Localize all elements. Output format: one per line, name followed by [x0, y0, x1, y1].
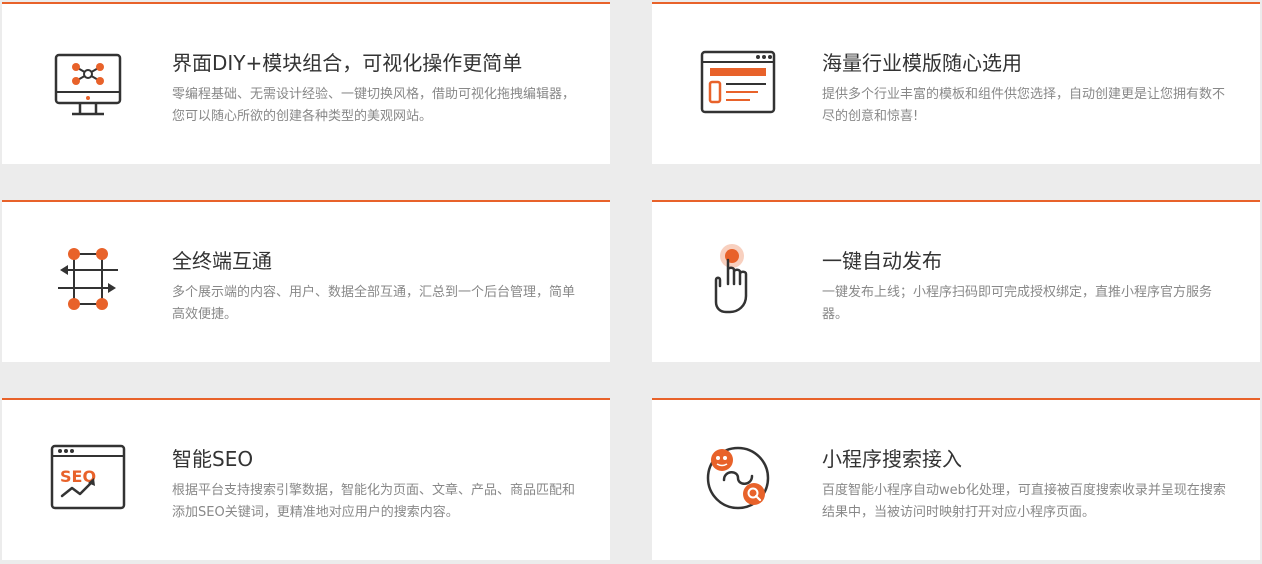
feature-desc: 多个展示端的内容、用户、数据全部互通，汇总到一个后台管理，简单高效便捷。 — [172, 285, 576, 322]
feature-card-seo: SEO 智能SEO 根据平台支持搜索引擎数据，智能化为页面、文章、产品、商品匹配… — [2, 398, 610, 560]
feature-desc: 百度智能小程序自动web化处理，可直接被百度搜索收录并呈现在搜索结果中，当被访问… — [822, 483, 1226, 520]
feature-card-miniprogram: 小程序搜索接入 百度智能小程序自动web化处理，可直接被百度搜索收录并呈现在搜索… — [652, 398, 1260, 560]
feature-title: 小程序搜索接入 — [822, 447, 962, 471]
seo-browser-icon: SEO — [50, 444, 126, 510]
feature-card-diy: 界面DIY+模块组合，可视化操作更简单 零编程基础、无需设计经验、一键切换风格，… — [2, 2, 610, 164]
feature-title: 一键自动发布 — [822, 249, 942, 273]
feature-title: 智能SEO — [172, 447, 254, 471]
tap-hand-icon — [714, 244, 748, 314]
feature-card-terminals: 全终端互通 多个展示端的内容、用户、数据全部互通，汇总到一个后台管理，简单高效便… — [2, 200, 610, 362]
feature-desc: 一键发布上线；小程序扫码即可完成授权绑定，直推小程序官方服务器。 — [822, 285, 1213, 322]
feature-desc: 提供多个行业丰富的模板和组件供您选择，自动创建更是让您拥有数不尽的创意和惊喜! — [822, 87, 1226, 124]
miniprogram-search-icon — [706, 446, 770, 510]
feature-title: 界面DIY+模块组合，可视化操作更简单 — [172, 51, 523, 75]
feature-card-templates: 海量行业模版随心选用 提供多个行业丰富的模板和组件供您选择，自动创建更是让您拥有… — [652, 2, 1260, 164]
feature-title: 全终端互通 — [172, 249, 272, 273]
sync-terminals-icon — [58, 248, 118, 310]
feature-title: 海量行业模版随心选用 — [822, 51, 1022, 75]
feature-card-publish: 一键自动发布 一键发布上线；小程序扫码即可完成授权绑定，直推小程序官方服务器。 — [652, 200, 1260, 362]
feature-desc: 根据平台支持搜索引擎数据，智能化为页面、文章、产品、商品匹配和添加SEO关键词，… — [172, 483, 576, 520]
feature-desc: 零编程基础、无需设计经验、一键切换风格，借助可视化拖拽编辑器，您可以随心所欲的创… — [172, 87, 576, 124]
template-browser-icon — [700, 50, 776, 114]
feature-grid: 界面DIY+模块组合，可视化操作更简单 零编程基础、无需设计经验、一键切换风格，… — [0, 0, 1262, 564]
monitor-node-icon — [54, 53, 122, 116]
